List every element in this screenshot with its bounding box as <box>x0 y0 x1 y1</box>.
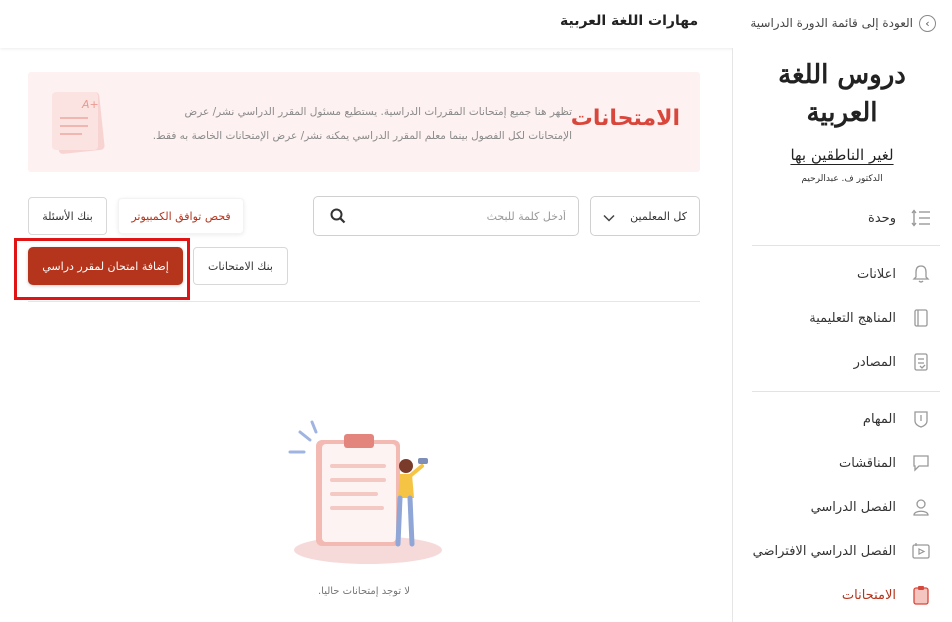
bell-icon <box>910 263 932 285</box>
exams-banner: الامتحانات تظهر هنا جميع إمتحانات المقرر… <box>28 72 700 172</box>
book-icon <box>910 307 932 329</box>
sidebar-item-label: اعلانات <box>857 266 896 282</box>
sidebar-item-tasks[interactable]: المهام <box>740 399 952 439</box>
chevron-left-icon: ‹ <box>919 14 936 32</box>
logo-author: الدكتور ف. عبدالرحيم <box>801 174 883 184</box>
chevron-down-icon <box>603 207 615 226</box>
search-input[interactable] <box>346 209 566 223</box>
sidebar-item-label: الامتحانات <box>841 587 896 603</box>
sidebar-divider <box>752 245 940 246</box>
video-icon <box>910 540 932 562</box>
exam-bank-button[interactable]: بنك الامتحانات <box>193 247 288 285</box>
svg-text:A+: A+ <box>81 98 99 111</box>
sidebar-item-label: وحدة <box>868 210 896 226</box>
logo-main-text: دروس اللغة العربية <box>778 60 907 128</box>
banner-description: تظهر هنا جميع إمتحانات المقررات الدراسية… <box>152 106 572 142</box>
add-exam-to-course-button[interactable]: إضافة امتحان لمقرر دراسي <box>28 247 183 285</box>
sidebar-item-label: الفصل الدراسي <box>810 499 896 515</box>
person-icon <box>910 496 932 518</box>
graded-paper-icon: A+ <box>42 86 112 158</box>
computer-compatibility-check-button[interactable]: فحص توافق الكمبيوتر <box>118 198 244 234</box>
course-logo: دروس اللغة العربية لغير الناطقين بها الد… <box>772 52 912 184</box>
page: ‹ العودة إلى قائمة الدورة الدراسية مهارا… <box>0 0 952 622</box>
question-bank-button[interactable]: بنك الأسئلة <box>28 197 107 235</box>
teacher-filter-select[interactable]: كل المعلمين <box>590 196 700 236</box>
sidebar-item-label: المناقشات <box>839 455 896 471</box>
empty-state-message: لا توجد إمتحانات حاليا. <box>317 586 411 597</box>
course-title: مهارات اللغة العربية <box>560 13 699 29</box>
sidebar-item-discussions[interactable]: المناقشات <box>740 443 952 483</box>
chat-icon <box>910 452 932 474</box>
sidebar-item-label: المناهج التعليمية <box>809 310 896 326</box>
exam-icon <box>910 584 932 606</box>
logo-sub-text: لغير الناطقين بها <box>790 146 894 164</box>
sidebar-divider <box>752 391 940 392</box>
sidebar-item-units[interactable]: وحدة <box>740 198 952 238</box>
sidebar-item-exams[interactable]: الامتحانات <box>740 575 952 615</box>
banner-title: الامتحانات <box>570 106 680 131</box>
sidebar: دروس اللغة العربية لغير الناطقين بها الد… <box>732 48 952 622</box>
teacher-filter-value: كل المعلمين <box>630 209 687 223</box>
sidebar-item-curriculum[interactable]: المناهج التعليمية <box>740 298 952 338</box>
empty-state-illustration <box>284 418 448 568</box>
sidebar-item-announcements[interactable]: اعلانات <box>740 254 952 294</box>
top-bar: ‹ العودة إلى قائمة الدورة الدراسية مهارا… <box>0 0 952 48</box>
sidebar-item-label: المصادر <box>853 354 896 370</box>
back-to-course-list-link[interactable]: ‹ العودة إلى قائمة الدورة الدراسية <box>750 10 938 36</box>
shield-icon <box>910 408 932 430</box>
sidebar-item-label: الفصل الدراسي الافتراضي <box>752 543 896 559</box>
search-box <box>313 196 579 236</box>
search-icon[interactable] <box>330 208 346 224</box>
sidebar-item-resources[interactable]: المصادر <box>740 342 952 382</box>
content-divider <box>28 301 700 302</box>
resources-icon <box>910 351 932 373</box>
list-order-icon <box>910 207 932 229</box>
back-link-label: العودة إلى قائمة الدورة الدراسية <box>750 16 913 30</box>
sidebar-item-virtual-classroom[interactable]: الفصل الدراسي الافتراضي <box>740 531 952 571</box>
sidebar-item-classroom[interactable]: الفصل الدراسي <box>740 487 952 527</box>
sidebar-item-label: المهام <box>862 411 896 427</box>
